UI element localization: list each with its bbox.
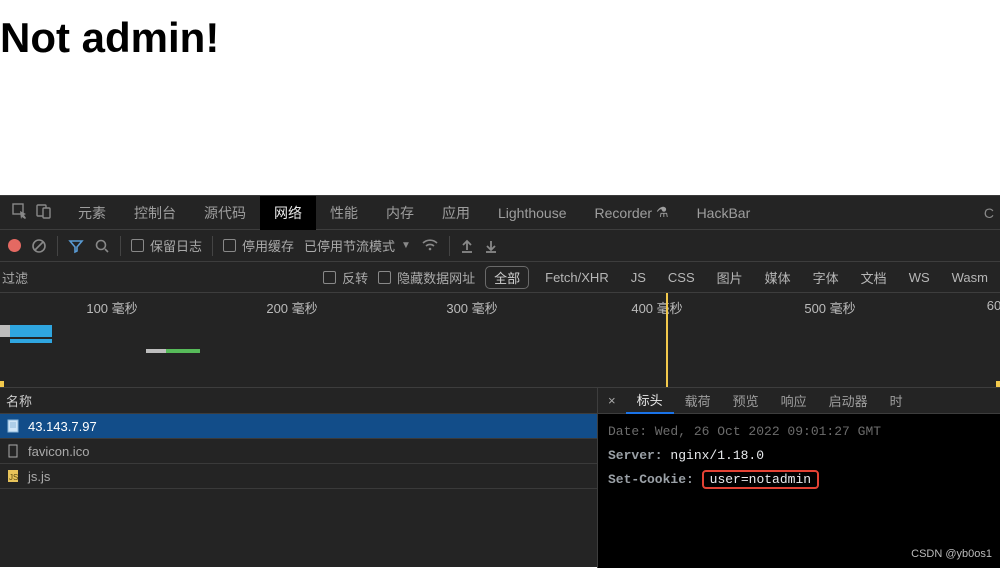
filter-media[interactable]: 媒体 [759, 268, 797, 287]
request-row[interactable]: 43.143.7.97 [0, 414, 597, 439]
file-icon [6, 444, 20, 458]
filter-doc[interactable]: 文档 [855, 268, 893, 287]
detail-tab-response[interactable]: 响应 [770, 388, 818, 414]
tab-network[interactable]: 网络 [260, 196, 316, 230]
devtools-panel: 元素 控制台 源代码 网络 性能 内存 应用 Lighthouse Record… [0, 195, 1000, 567]
tab-console[interactable]: 控制台 [120, 196, 190, 230]
filter-css[interactable]: CSS [662, 270, 701, 285]
tab-recorder[interactable]: Recorder ⚗ [581, 196, 683, 230]
response-headers: Date: Wed, 26 Oct 2022 09:01:27 GMT Serv… [598, 414, 1000, 568]
column-header-name[interactable]: 名称 [0, 388, 597, 414]
tab-memory[interactable]: 内存 [372, 196, 428, 230]
filter-all[interactable]: 全部 [485, 266, 529, 289]
timeline-tick: 300 毫秒 [446, 298, 497, 317]
tab-overflow[interactable]: C [984, 205, 1000, 221]
header-val-setcookie: user=notadmin [702, 470, 819, 489]
timeline-tick: 500 毫秒 [804, 298, 855, 317]
header-val-server: nginx/1.18.0 [670, 448, 764, 463]
request-details: × 标头 载荷 预览 响应 启动器 时 Date: Wed, 26 Oct 20… [598, 388, 1000, 568]
divider [449, 236, 450, 256]
filter-js[interactable]: JS [625, 270, 652, 285]
timeline-tick: 100 毫秒 [86, 298, 137, 317]
record-button[interactable] [8, 239, 21, 252]
clear-button[interactable] [31, 238, 47, 254]
device-toggle-icon[interactable] [36, 203, 52, 222]
divider [120, 236, 121, 256]
upload-icon[interactable] [460, 238, 474, 254]
network-timeline[interactable]: 100 毫秒 200 毫秒 300 毫秒 400 毫秒 500 毫秒 60 [0, 293, 1000, 388]
filter-bar: 过滤 反转 隐藏数据网址 全部 Fetch/XHR JS CSS 图片 媒体 字… [0, 262, 1000, 293]
detail-tab-headers[interactable]: 标头 [626, 388, 674, 414]
divider [212, 236, 213, 256]
header-date: Date: Wed, 26 Oct 2022 09:01:27 GMT [608, 420, 990, 444]
disable-cache-checkbox[interactable]: 停用缓存 [223, 236, 294, 255]
filter-toggle-icon[interactable] [68, 238, 84, 254]
disable-cache-label: 停用缓存 [242, 236, 294, 255]
tab-elements[interactable]: 元素 [64, 196, 120, 230]
timeline-tick: 60 [987, 298, 1000, 313]
filter-ws[interactable]: WS [903, 270, 936, 285]
page-heading: Not admin! [0, 0, 1000, 62]
chevron-down-icon: ▼ [401, 240, 411, 251]
search-icon[interactable] [94, 238, 110, 254]
preserve-log-label: 保留日志 [150, 236, 202, 255]
inspect-icon[interactable] [12, 203, 28, 222]
tab-lighthouse[interactable]: Lighthouse [484, 196, 581, 230]
timeline-range-end [996, 381, 1000, 387]
timeline-tick: 200 毫秒 [266, 298, 317, 317]
filter-img[interactable]: 图片 [711, 268, 749, 287]
close-details-icon[interactable]: × [598, 393, 626, 408]
request-row[interactable]: JS js.js [0, 464, 597, 489]
request-name: 43.143.7.97 [28, 419, 97, 434]
download-icon[interactable] [484, 238, 498, 254]
wifi-icon[interactable] [421, 236, 439, 255]
request-name: js.js [28, 469, 50, 484]
timeline-tick: 400 毫秒 [631, 298, 682, 317]
timeline-range-start [0, 381, 4, 387]
tab-performance[interactable]: 性能 [316, 196, 372, 230]
header-key-setcookie: Set-Cookie: [608, 472, 694, 487]
svg-text:JS: JS [9, 473, 18, 482]
request-name: favicon.ico [28, 444, 89, 459]
load-event-line [666, 293, 668, 388]
tab-application[interactable]: 应用 [428, 196, 484, 230]
divider [57, 236, 58, 256]
network-toolbar: 保留日志 停用缓存 已停用节流模式▼ [0, 230, 1000, 262]
filter-wasm[interactable]: Wasm [946, 270, 994, 285]
throttling-select[interactable]: 已停用节流模式▼ [304, 236, 411, 255]
flask-icon: ⚗ [656, 204, 669, 221]
filter-fetch-xhr[interactable]: Fetch/XHR [539, 270, 615, 285]
watermark: CSDN @yb0os1 [911, 548, 992, 561]
request-list: 名称 43.143.7.97 favicon.ico JS js.js [0, 388, 598, 568]
filter-font[interactable]: 字体 [807, 268, 845, 287]
header-key-server: Server: [608, 448, 663, 463]
tab-sources[interactable]: 源代码 [190, 196, 260, 230]
detail-tab-initiator[interactable]: 启动器 [818, 388, 879, 414]
preserve-log-checkbox[interactable]: 保留日志 [131, 236, 202, 255]
detail-tab-timing[interactable]: 时 [879, 388, 914, 414]
detail-tab-preview[interactable]: 预览 [722, 388, 770, 414]
detail-tab-payload[interactable]: 载荷 [674, 388, 722, 414]
devtools-tabbar: 元素 控制台 源代码 网络 性能 内存 应用 Lighthouse Record… [0, 196, 1000, 230]
document-icon [6, 419, 20, 433]
filter-input[interactable]: 过滤 [0, 268, 52, 287]
tab-hackbar[interactable]: HackBar [683, 196, 765, 230]
invert-checkbox[interactable]: 反转 [323, 268, 368, 287]
js-file-icon: JS [6, 469, 20, 483]
hide-data-urls-checkbox[interactable]: 隐藏数据网址 [378, 268, 475, 287]
request-row[interactable]: favicon.ico [0, 439, 597, 464]
